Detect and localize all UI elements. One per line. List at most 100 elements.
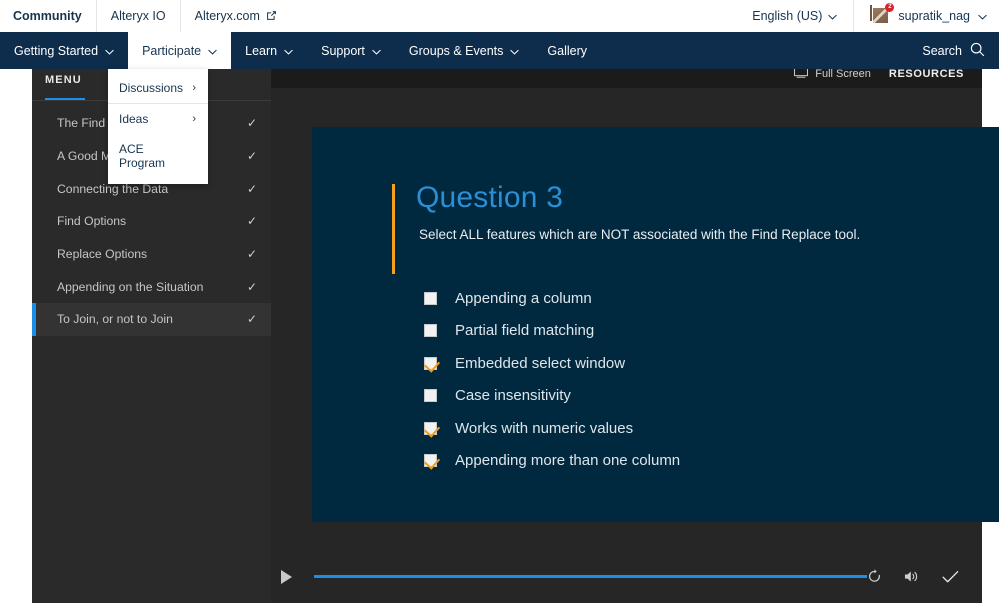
language-selector[interactable]: English (US)	[736, 0, 855, 32]
check-icon: ✓	[246, 312, 257, 327]
nav-item-groups-events[interactable]: Groups & Events	[395, 32, 534, 69]
utility-link-alteryx-io[interactable]: Alteryx IO	[97, 0, 181, 32]
answer-option-label: Partial field matching	[455, 322, 595, 340]
player-controls	[271, 550, 982, 603]
dropdown-item-label: ACE Program	[119, 142, 166, 170]
fullscreen-icon	[794, 67, 809, 81]
check-icon: ✓	[246, 247, 257, 262]
chevron-right-icon: ›	[192, 113, 196, 125]
utility-link-label: Alteryx IO	[110, 8, 166, 23]
utility-link-alteryx-com[interactable]: Alteryx.com	[181, 0, 291, 32]
progress-bar[interactable]	[314, 575, 867, 578]
utility-link-community[interactable]: Community	[0, 0, 97, 32]
sidebar-item-find-options[interactable]: Find Options ✓	[32, 205, 271, 238]
check-icon: ✓	[246, 279, 257, 294]
sidebar-item-to-join-or-not-to-join[interactable]: To Join, or not to Join ✓	[32, 303, 271, 336]
nav-item-label: Gallery	[547, 43, 587, 58]
answer-option-label: Appending more than one column	[455, 452, 681, 470]
sidebar-item-label: Appending on the Situation	[57, 279, 204, 294]
check-icon: ✓	[246, 181, 257, 196]
search-icon	[970, 42, 985, 60]
page-root: Community Alteryx IO Alteryx.com English…	[0, 0, 999, 603]
sidebar-item-label: Replace Options	[57, 247, 148, 262]
question-panel: Question 3 Select ALL features which are…	[312, 127, 999, 522]
dropdown-item-discussions[interactable]: Discussions ›	[108, 73, 208, 104]
resources-button[interactable]: RESOURCES	[889, 68, 964, 80]
quiz-area: Question 3 Select ALL features which are…	[271, 88, 999, 603]
checkbox-checked-icon[interactable]	[424, 421, 437, 435]
check-icon: ✓	[246, 116, 257, 131]
nav-item-getting-started[interactable]: Getting Started	[0, 32, 128, 69]
checkbox-unchecked-icon[interactable]	[424, 291, 437, 305]
answer-option-label: Works with numeric values	[455, 419, 634, 437]
chevron-down-icon	[828, 9, 838, 23]
chevron-down-icon	[208, 44, 217, 58]
sidebar-item-appending-on-the-situation[interactable]: Appending on the Situation ✓	[32, 270, 271, 303]
external-link-icon	[266, 10, 277, 21]
checkbox-unchecked-icon[interactable]	[424, 389, 437, 403]
answer-option-label: Case insensitivity	[455, 387, 571, 405]
utility-links: Community Alteryx IO Alteryx.com	[0, 0, 291, 32]
checkbox-checked-icon[interactable]	[424, 356, 437, 370]
nav-item-label: Participate	[142, 43, 202, 58]
volume-icon[interactable]	[904, 569, 920, 584]
chevron-down-icon	[372, 44, 381, 58]
nav-item-label: Groups & Events	[408, 43, 504, 58]
notification-badge: 2	[885, 2, 895, 12]
utility-link-label: Alteryx.com	[194, 8, 260, 23]
checkbox-checked-icon[interactable]	[424, 454, 437, 468]
user-menu[interactable]: 2 supratik_nag	[854, 0, 999, 32]
play-icon[interactable]	[281, 569, 292, 584]
chevron-down-icon	[510, 44, 520, 58]
question-accent-bar	[392, 184, 395, 274]
check-icon: ✓	[246, 149, 257, 164]
course-topbar-actions: Full Screen RESOURCES	[794, 67, 982, 81]
chevron-down-icon	[284, 44, 293, 58]
answer-option-label: Embedded select window	[455, 354, 626, 372]
sidebar-item-replace-options[interactable]: Replace Options ✓	[32, 238, 271, 271]
answer-option[interactable]: Works with numeric values	[424, 412, 680, 445]
dropdown-item-label: Ideas	[119, 112, 149, 126]
utility-link-label: Community	[13, 8, 82, 23]
question-number: Question 3	[416, 181, 564, 214]
submit-check-icon[interactable]	[942, 570, 959, 584]
dropdown-item-ideas[interactable]: Ideas ›	[108, 104, 208, 134]
nav-item-label: Support	[321, 43, 365, 58]
participate-dropdown-menu: Discussions › Ideas › ACE Program	[108, 69, 208, 184]
answer-option[interactable]: Embedded select window	[424, 347, 680, 380]
answer-option[interactable]: Appending a column	[424, 282, 680, 315]
dropdown-item-label: Discussions	[119, 81, 184, 95]
nav-item-learn[interactable]: Learn	[231, 32, 307, 69]
sidebar-item-label: To Join, or not to Join	[57, 312, 173, 327]
chevron-down-icon	[978, 9, 987, 23]
nav-item-label: Getting Started	[14, 43, 99, 58]
nav-item-participate[interactable]: Participate	[128, 32, 232, 69]
chevron-right-icon: ›	[192, 82, 196, 94]
replay-icon[interactable]	[867, 569, 882, 584]
checkbox-unchecked-icon[interactable]	[424, 324, 437, 338]
player-action-icons	[867, 569, 982, 584]
answer-option[interactable]: Case insensitivity	[424, 380, 680, 413]
nav-item-gallery[interactable]: Gallery	[533, 32, 601, 69]
answer-option[interactable]: Appending more than one column	[424, 445, 680, 478]
sidebar-item-label: Find Options	[57, 214, 127, 229]
fullscreen-label: Full Screen	[815, 68, 871, 80]
nav-item-support[interactable]: Support	[307, 32, 395, 69]
nav-item-label: Learn	[245, 43, 278, 58]
chevron-down-icon	[105, 44, 114, 58]
check-icon: ✓	[246, 214, 257, 229]
search-label: Search	[922, 43, 962, 58]
question-prompt: Select ALL features which are NOT associ…	[419, 227, 861, 242]
utility-right: English (US) 2 supratik_nag	[736, 0, 999, 32]
utility-bar: Community Alteryx IO Alteryx.com English…	[0, 0, 999, 32]
language-label: English (US)	[752, 8, 823, 23]
answer-option-label: Appending a column	[455, 289, 592, 307]
nav-search-button[interactable]: Search	[908, 32, 999, 69]
avatar: 2	[870, 2, 895, 26]
fullscreen-button[interactable]: Full Screen	[794, 67, 871, 81]
username-label: supratik_nag	[898, 8, 970, 23]
main-navigation: Getting Started Participate Learn Suppor…	[0, 32, 999, 69]
dropdown-item-ace-program[interactable]: ACE Program	[108, 134, 208, 178]
answer-option[interactable]: Partial field matching	[424, 315, 680, 348]
answer-options: Appending a column Partial field matchin…	[424, 282, 680, 477]
